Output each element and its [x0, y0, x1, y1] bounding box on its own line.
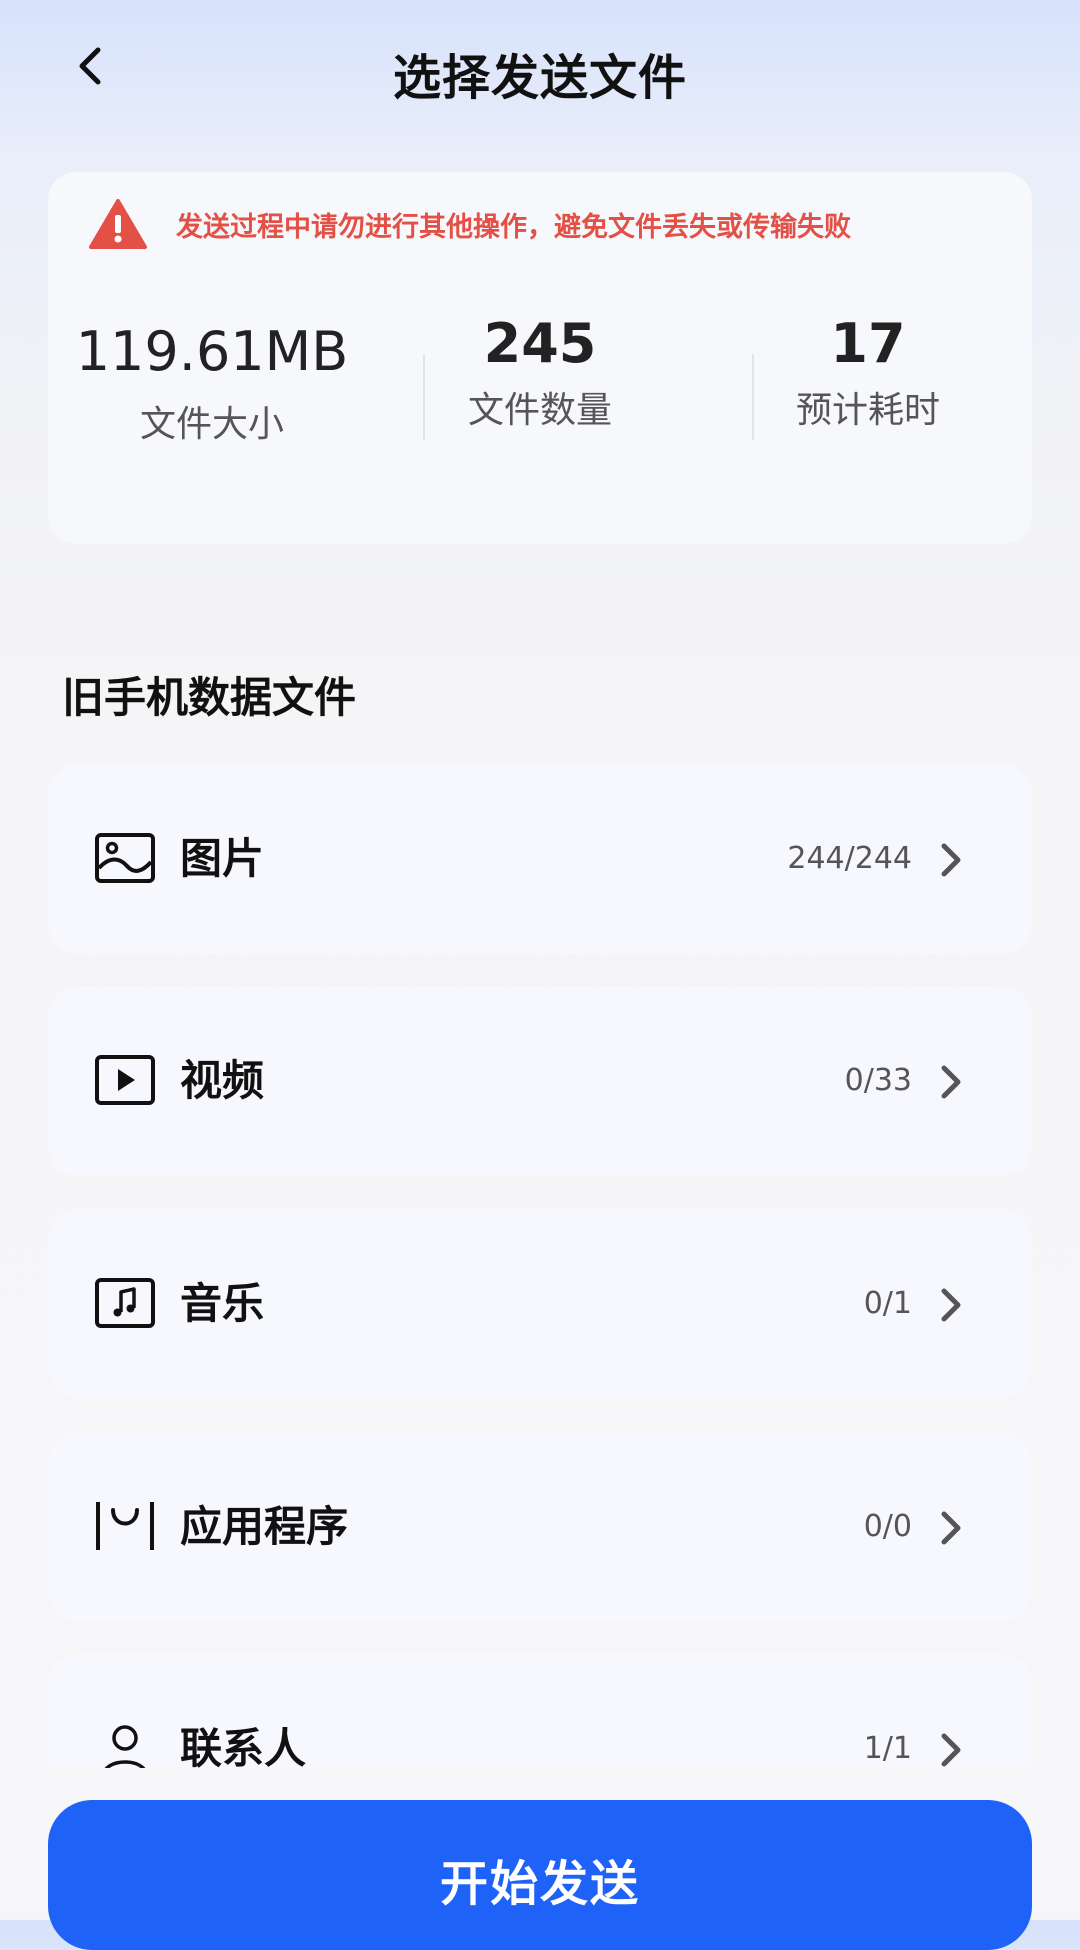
stat-divider — [752, 354, 754, 440]
list-item-videos[interactable]: 视频 0/33 — [48, 986, 1032, 1176]
stat-value: 119.61MB — [75, 320, 349, 383]
stat-value: 245 — [483, 312, 597, 375]
list-item-contacts[interactable]: 联系人 1/1 — [48, 1654, 1032, 1768]
stats-row: 119.61MB 文件大小 245 文件数量 17 预计耗时 — [48, 312, 1032, 492]
item-name: 图片 — [180, 834, 265, 883]
chevron-right-icon — [941, 1733, 961, 1767]
chevron-right-icon — [941, 1065, 961, 1099]
image-icon — [95, 833, 155, 883]
list-item-images[interactable]: 图片 244/244 — [48, 764, 1032, 954]
stat-divider — [423, 354, 425, 440]
transfer-info-card: 发送过程中请勿进行其他操作，避免文件丢失或传输失败 119.61MB 文件大小 … — [48, 172, 1032, 544]
item-count: 0/33 — [844, 1063, 912, 1098]
start-send-button[interactable]: 开始发送 — [48, 1800, 1032, 1950]
stat-file-count: 245 文件数量 — [376, 312, 704, 436]
stat-label: 文件数量 — [467, 390, 612, 431]
section-title: 旧手机数据文件 — [62, 673, 357, 722]
item-name: 联系人 — [180, 1724, 307, 1768]
start-send-label: 开始发送 — [439, 1856, 640, 1912]
app-icon — [96, 1502, 154, 1550]
music-icon — [95, 1278, 155, 1328]
warning-icon — [89, 199, 147, 249]
file-category-list[interactable]: 图片 244/244 视频 0/33 音乐 0/1 应用程序 0/0 联系人 1… — [48, 764, 1032, 1768]
item-count: 0/0 — [863, 1509, 912, 1544]
chevron-right-icon — [941, 1288, 961, 1322]
stat-label: 文件大小 — [139, 404, 284, 445]
item-name: 音乐 — [180, 1279, 265, 1328]
stat-file-size: 119.61MB 文件大小 — [48, 312, 376, 450]
item-count: 244/244 — [787, 841, 912, 876]
chevron-right-icon — [941, 843, 961, 877]
item-name: 应用程序 — [180, 1502, 349, 1551]
list-item-apps[interactable]: 应用程序 0/0 — [48, 1432, 1032, 1622]
warning-row: 发送过程中请勿进行其他操作，避免文件丢失或传输失败 — [88, 194, 851, 254]
list-item-music[interactable]: 音乐 0/1 — [48, 1209, 1032, 1399]
header: 选择发送文件 — [0, 0, 1080, 140]
warning-text: 发送过程中请勿进行其他操作，避免文件丢失或传输失败 — [176, 211, 851, 243]
video-icon — [95, 1055, 155, 1105]
contact-icon — [104, 1725, 146, 1768]
page-title: 选择发送文件 — [392, 50, 687, 106]
item-count: 0/1 — [863, 1286, 912, 1321]
item-count: 1/1 — [863, 1731, 912, 1766]
chevron-right-icon — [941, 1511, 961, 1545]
item-name: 视频 — [180, 1056, 265, 1105]
